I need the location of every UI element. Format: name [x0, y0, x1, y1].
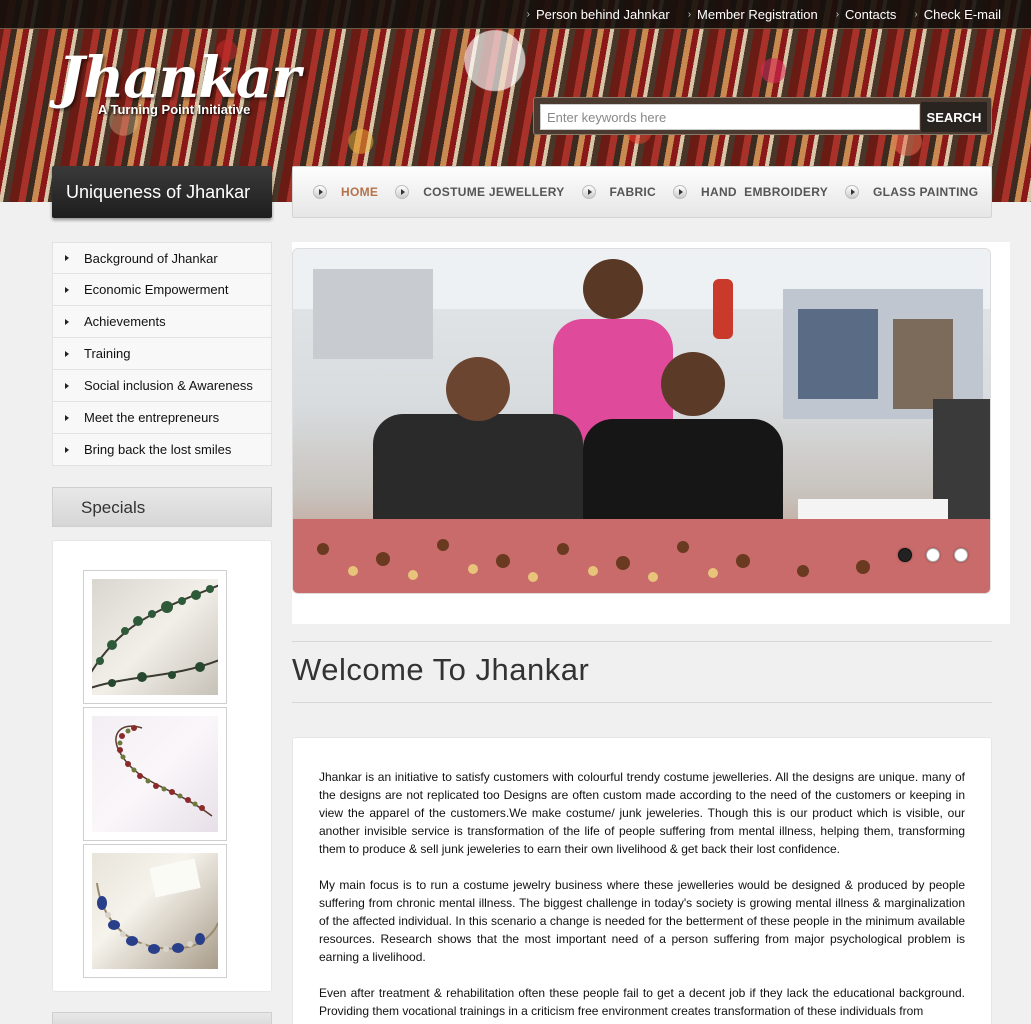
specials-heading: Specials [52, 487, 272, 527]
paragraph: My main focus is to run a costume jewelr… [319, 878, 965, 964]
triangle-right-icon [65, 286, 69, 293]
special-item-3[interactable] [83, 844, 227, 978]
chevron-right-icon: › [835, 9, 840, 20]
slider-dots [898, 548, 968, 562]
chevron-right-icon: › [526, 9, 530, 20]
logo-tagline: A Turning Point Initiative [98, 102, 251, 117]
special-item-2[interactable] [83, 707, 227, 841]
nav-item-home[interactable]: HOME [313, 185, 378, 199]
sidebar-next-heading [52, 1012, 272, 1024]
top-links: › Person behind Jahnkar › Member Registrat… [527, 7, 1001, 22]
sidebar-item-training[interactable]: Training [52, 338, 272, 370]
slide-dot-1[interactable] [898, 548, 912, 562]
section-title: Uniqueness of Jhankar [52, 166, 272, 218]
main-nav: HOME COSTUME JEWELLERY FABRIC HAND EMBRO… [292, 166, 992, 218]
sidebar-item-economic-empowerment[interactable]: Economic Empowerment [52, 274, 272, 306]
nav-label: GLASS PAINTING [873, 185, 979, 199]
necklace-green-image [92, 579, 218, 695]
sidebar-item-social-inclusion[interactable]: Social inclusion & Awareness [52, 370, 272, 402]
slide-dot-3[interactable] [954, 548, 968, 562]
triangle-right-icon [65, 318, 69, 325]
top-link-email[interactable]: › Check E-mail [914, 7, 1001, 22]
paragraph: Even after treatment & rehabilitation of… [319, 986, 965, 1018]
nav-item-hand-embroidery[interactable]: HAND EMBROIDERY [673, 185, 828, 199]
sidebar-item-achievements[interactable]: Achievements [52, 306, 272, 338]
nav-label: COSTUME JEWELLERY [423, 185, 565, 199]
top-link-contacts[interactable]: › Contacts [836, 7, 897, 22]
sidebar-item-background[interactable]: Background of Jhankar [52, 242, 272, 274]
sidebar-item-lost-smiles[interactable]: Bring back the lost smiles [52, 434, 272, 466]
chevron-right-icon: › [914, 9, 918, 20]
special-item-1[interactable] [83, 570, 227, 704]
triangle-right-icon [65, 446, 69, 453]
triangle-right-icon [65, 414, 69, 421]
necklace-blue-image [92, 853, 218, 969]
search-input[interactable] [540, 104, 920, 130]
nav-label: HAND EMBROIDERY [701, 185, 829, 199]
site-logo[interactable]: Jhankar A Turning Point Initiative [58, 45, 301, 117]
logo-name: Jhankar [58, 45, 301, 111]
top-link-registration[interactable]: › Member Registration [688, 7, 818, 22]
search-button[interactable]: SEARCH [921, 102, 987, 132]
nav-label: HOME [341, 185, 379, 199]
arrow-right-icon [845, 185, 860, 199]
arrow-right-icon [673, 185, 688, 199]
slide-dot-2[interactable] [926, 548, 940, 562]
arrow-right-icon [395, 185, 410, 199]
triangle-right-icon [65, 350, 69, 357]
arrow-right-icon [581, 185, 596, 199]
top-bar: › Person behind Jahnkar › Member Registrat… [0, 0, 1031, 29]
image-slider [292, 242, 1010, 624]
chevron-right-icon: › [687, 9, 692, 20]
search-bar: SEARCH [533, 97, 992, 135]
paragraph: Jhankar is an initiative to satisfy cust… [319, 770, 965, 856]
nav-label: FABRIC [609, 185, 657, 199]
intro-content: Jhankar is an initiative to satisfy cust… [292, 737, 992, 1024]
sidebar-menu: Background of Jhankar Economic Empowerme… [52, 242, 272, 466]
slide-photo [292, 248, 991, 594]
nav-item-costume-jewellery[interactable]: COSTUME JEWELLERY [395, 185, 564, 199]
necklace-red-image [92, 716, 218, 832]
nav-item-fabric[interactable]: FABRIC [581, 185, 657, 199]
divider [292, 641, 992, 642]
top-link-person[interactable]: › Person behind Jahnkar [527, 7, 670, 22]
triangle-right-icon [65, 382, 69, 389]
nav-item-glass-painting[interactable]: GLASS PAINTING [845, 185, 978, 199]
divider [292, 702, 992, 703]
specials-panel [52, 540, 272, 992]
welcome-heading: Welcome To Jhankar [292, 652, 590, 687]
triangle-right-icon [65, 255, 69, 261]
sidebar-item-meet-entrepreneurs[interactable]: Meet the entrepreneurs [52, 402, 272, 434]
store-photo-image [293, 249, 990, 593]
arrow-right-icon [313, 185, 327, 199]
